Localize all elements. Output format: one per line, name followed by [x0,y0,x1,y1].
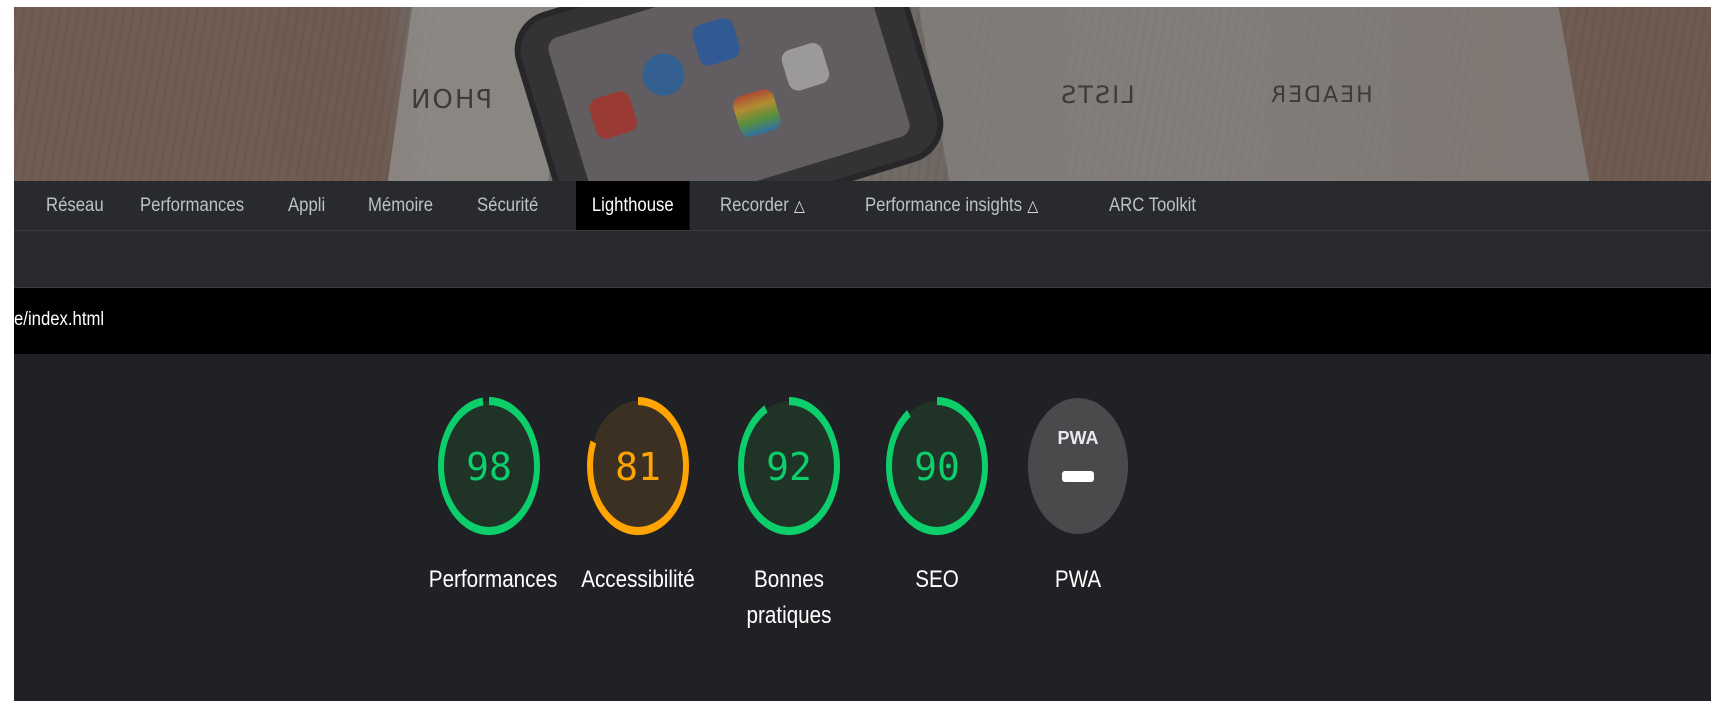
tab-lighthouse[interactable]: Lighthouse [576,181,690,230]
gauge-label-line: pratiques [746,602,832,629]
gauge-bonnes[interactable]: 92 Bonnes pratiques [719,396,859,634]
gauge-label-line: Performances [428,566,558,593]
gauge-label-line: Accessibilité [581,566,695,593]
tab-recorder-label: Recorder [720,195,789,216]
lighthouse-toolbar [14,231,1711,288]
tab-appli[interactable]: Appli [288,181,325,230]
tab-performance-insights-label: Performance insights [865,195,1023,216]
tab-recorder[interactable]: Recorder △ [720,181,805,230]
score-gauge-icon: 81 [587,396,689,536]
pwa-dash-icon [1062,471,1094,482]
score-gauge-icon: 98 [438,396,540,536]
score-value: 98 [466,445,512,489]
gauge-label: Performances [428,562,558,598]
flask-icon: △ [794,198,805,215]
tab-performance-insights[interactable]: Performance insights △ [865,181,1038,230]
tab-arc-toolkit[interactable]: ARC Toolkit [1109,181,1196,230]
lighthouse-report: 98 Performances 81 Accessibilité 92 Bonnes pra… [14,354,1711,701]
tab-reseau[interactable]: Réseau [46,181,104,230]
gauge-pwa[interactable]: PWA PWA [1008,396,1148,598]
gauge-seo[interactable]: 90 SEO [867,396,1007,598]
gauge-label: Accessibilité [578,562,698,598]
photo-shade [14,7,1711,181]
devtools-screenshot: PHON LISTS HEADER Réseau Performances Ap… [14,7,1711,701]
background-photo: PHON LISTS HEADER [14,7,1711,181]
report-url-bar: e/index.html [14,288,1711,354]
tab-memoire[interactable]: Mémoire [368,181,433,230]
gauge-accessibilit-[interactable]: 81 Accessibilité [568,396,708,598]
devtools-tab-bar: Réseau Performances Appli Mémoire Sécuri… [14,181,1711,231]
report-url: e/index.html [14,309,105,330]
gauge-label-line: SEO [915,566,959,593]
score-value: 90 [914,445,960,489]
score-gauge-icon: 90 [886,396,988,536]
pwa-badge-icon: PWA [1028,398,1128,534]
score-value: 92 [766,445,812,489]
gauge-label: Bonnes pratiques [729,562,849,634]
tab-securite[interactable]: Sécurité [477,181,538,230]
gauge-label: SEO [877,562,997,598]
flask-icon: △ [1027,198,1039,215]
score-value: 81 [615,445,661,489]
gauge-label: PWA [1054,566,1102,593]
gauge-performances[interactable]: 98 Performances [419,396,559,598]
tab-performances[interactable]: Performances [140,181,244,230]
pwa-badge-text: PWA [1057,428,1098,448]
gauge-label-line: Bonnes [753,566,825,593]
score-gauge-icon: 92 [738,396,840,536]
